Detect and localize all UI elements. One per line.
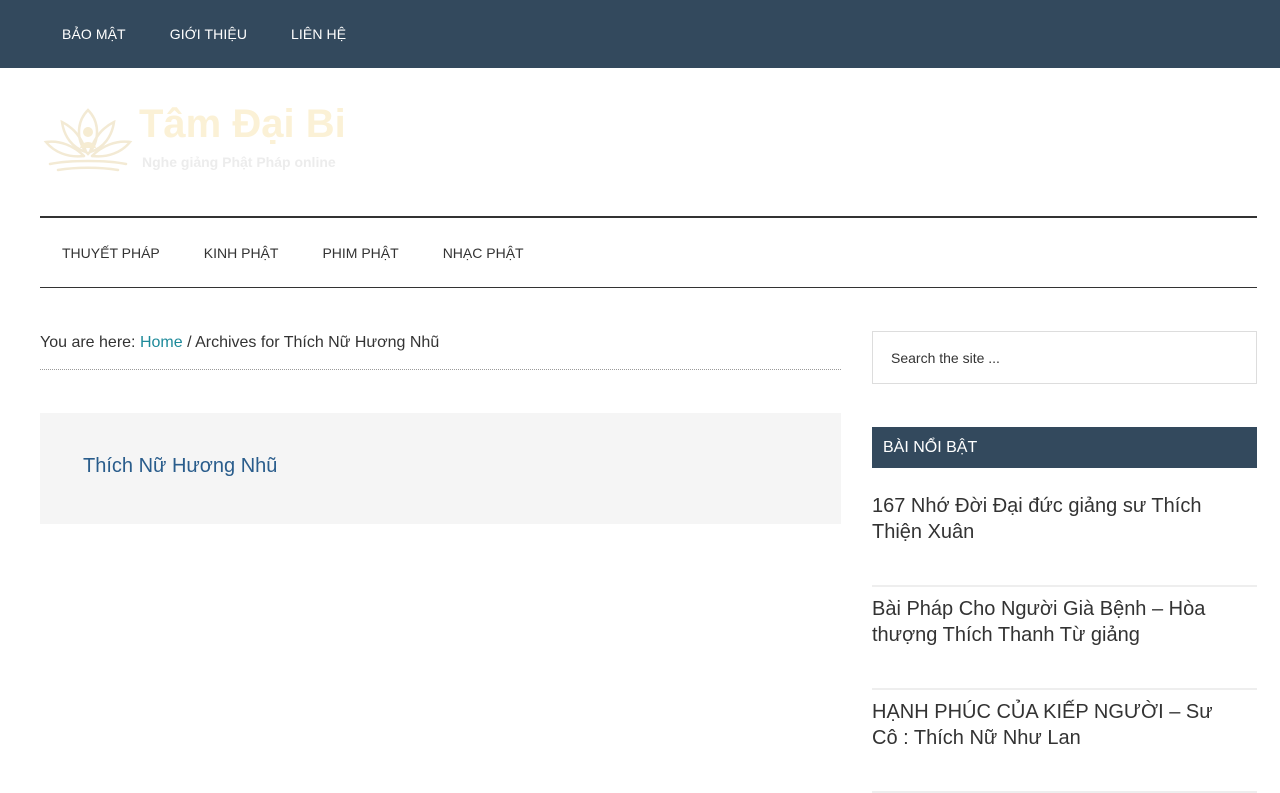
featured-post-link[interactable]: HẠNH PHÚC CỦA KIẾP NGƯỜI – Sư Cô : Thích… [872, 699, 1242, 751]
breadcrumb: You are here: Home / Archives for Thích … [40, 334, 841, 370]
featured-post-item: 167 Nhớ Đời Đại đức giảng sư Thích Thiện… [872, 484, 1257, 587]
top-nav-item-lien-he[interactable]: LIÊN HỆ [269, 26, 368, 42]
featured-posts-title: BÀI NỔI BẬT [872, 427, 1257, 468]
top-bar: BẢO MẬT GIỚI THIỆU LIÊN HỆ [0, 0, 1280, 68]
featured-post-item: HẠNH PHÚC CỦA KIẾP NGƯỜI – Sư Cô : Thích… [872, 690, 1257, 793]
archive-title: Thích Nữ Hương Nhũ [83, 455, 278, 477]
main-nav-item-phim-phat[interactable]: PHIM PHẬT [300, 245, 420, 261]
top-nav: BẢO MẬT GIỚI THIỆU LIÊN HỆ [40, 0, 368, 68]
lotus-icon [43, 108, 133, 172]
site-logo[interactable]: Tâm Đại Bi Nghe giảng Phật Pháp online [42, 100, 382, 178]
breadcrumb-home-link[interactable]: Home [140, 334, 183, 351]
breadcrumb-prefix: You are here: [40, 334, 140, 351]
breadcrumb-current: Archives for Thích Nữ Hương Nhũ [195, 334, 440, 351]
archive-description: Thích Nữ Hương Nhũ [40, 413, 841, 524]
featured-post-link[interactable]: Bài Pháp Cho Người Già Bệnh – Hòa thượng… [872, 596, 1242, 648]
top-nav-item-gioi-thieu[interactable]: GIỚI THIỆU [148, 26, 269, 42]
breadcrumb-separator: / [182, 334, 196, 351]
featured-post-link[interactable]: 167 Nhớ Đời Đại đức giảng sư Thích Thiện… [872, 493, 1242, 545]
main-nav: THUYẾT PHÁP KINH PHẬT PHIM PHẬT NHẠC PHẬ… [40, 216, 1257, 288]
site-tagline: Nghe giảng Phật Pháp online [142, 154, 336, 170]
search-input[interactable] [872, 331, 1257, 384]
top-nav-item-bao-mat[interactable]: BẢO MẬT [40, 26, 148, 42]
site-title: Tâm Đại Bi [139, 102, 346, 146]
featured-post-item: Bài Pháp Cho Người Già Bệnh – Hòa thượng… [872, 587, 1257, 690]
main-nav-item-thuyet-phap[interactable]: THUYẾT PHÁP [40, 245, 182, 261]
main-nav-item-nhac-phat[interactable]: NHẠC PHẬT [421, 245, 546, 261]
main-nav-item-kinh-phat[interactable]: KINH PHẬT [182, 245, 301, 261]
featured-posts-list: 167 Nhớ Đời Đại đức giảng sư Thích Thiện… [872, 484, 1257, 793]
